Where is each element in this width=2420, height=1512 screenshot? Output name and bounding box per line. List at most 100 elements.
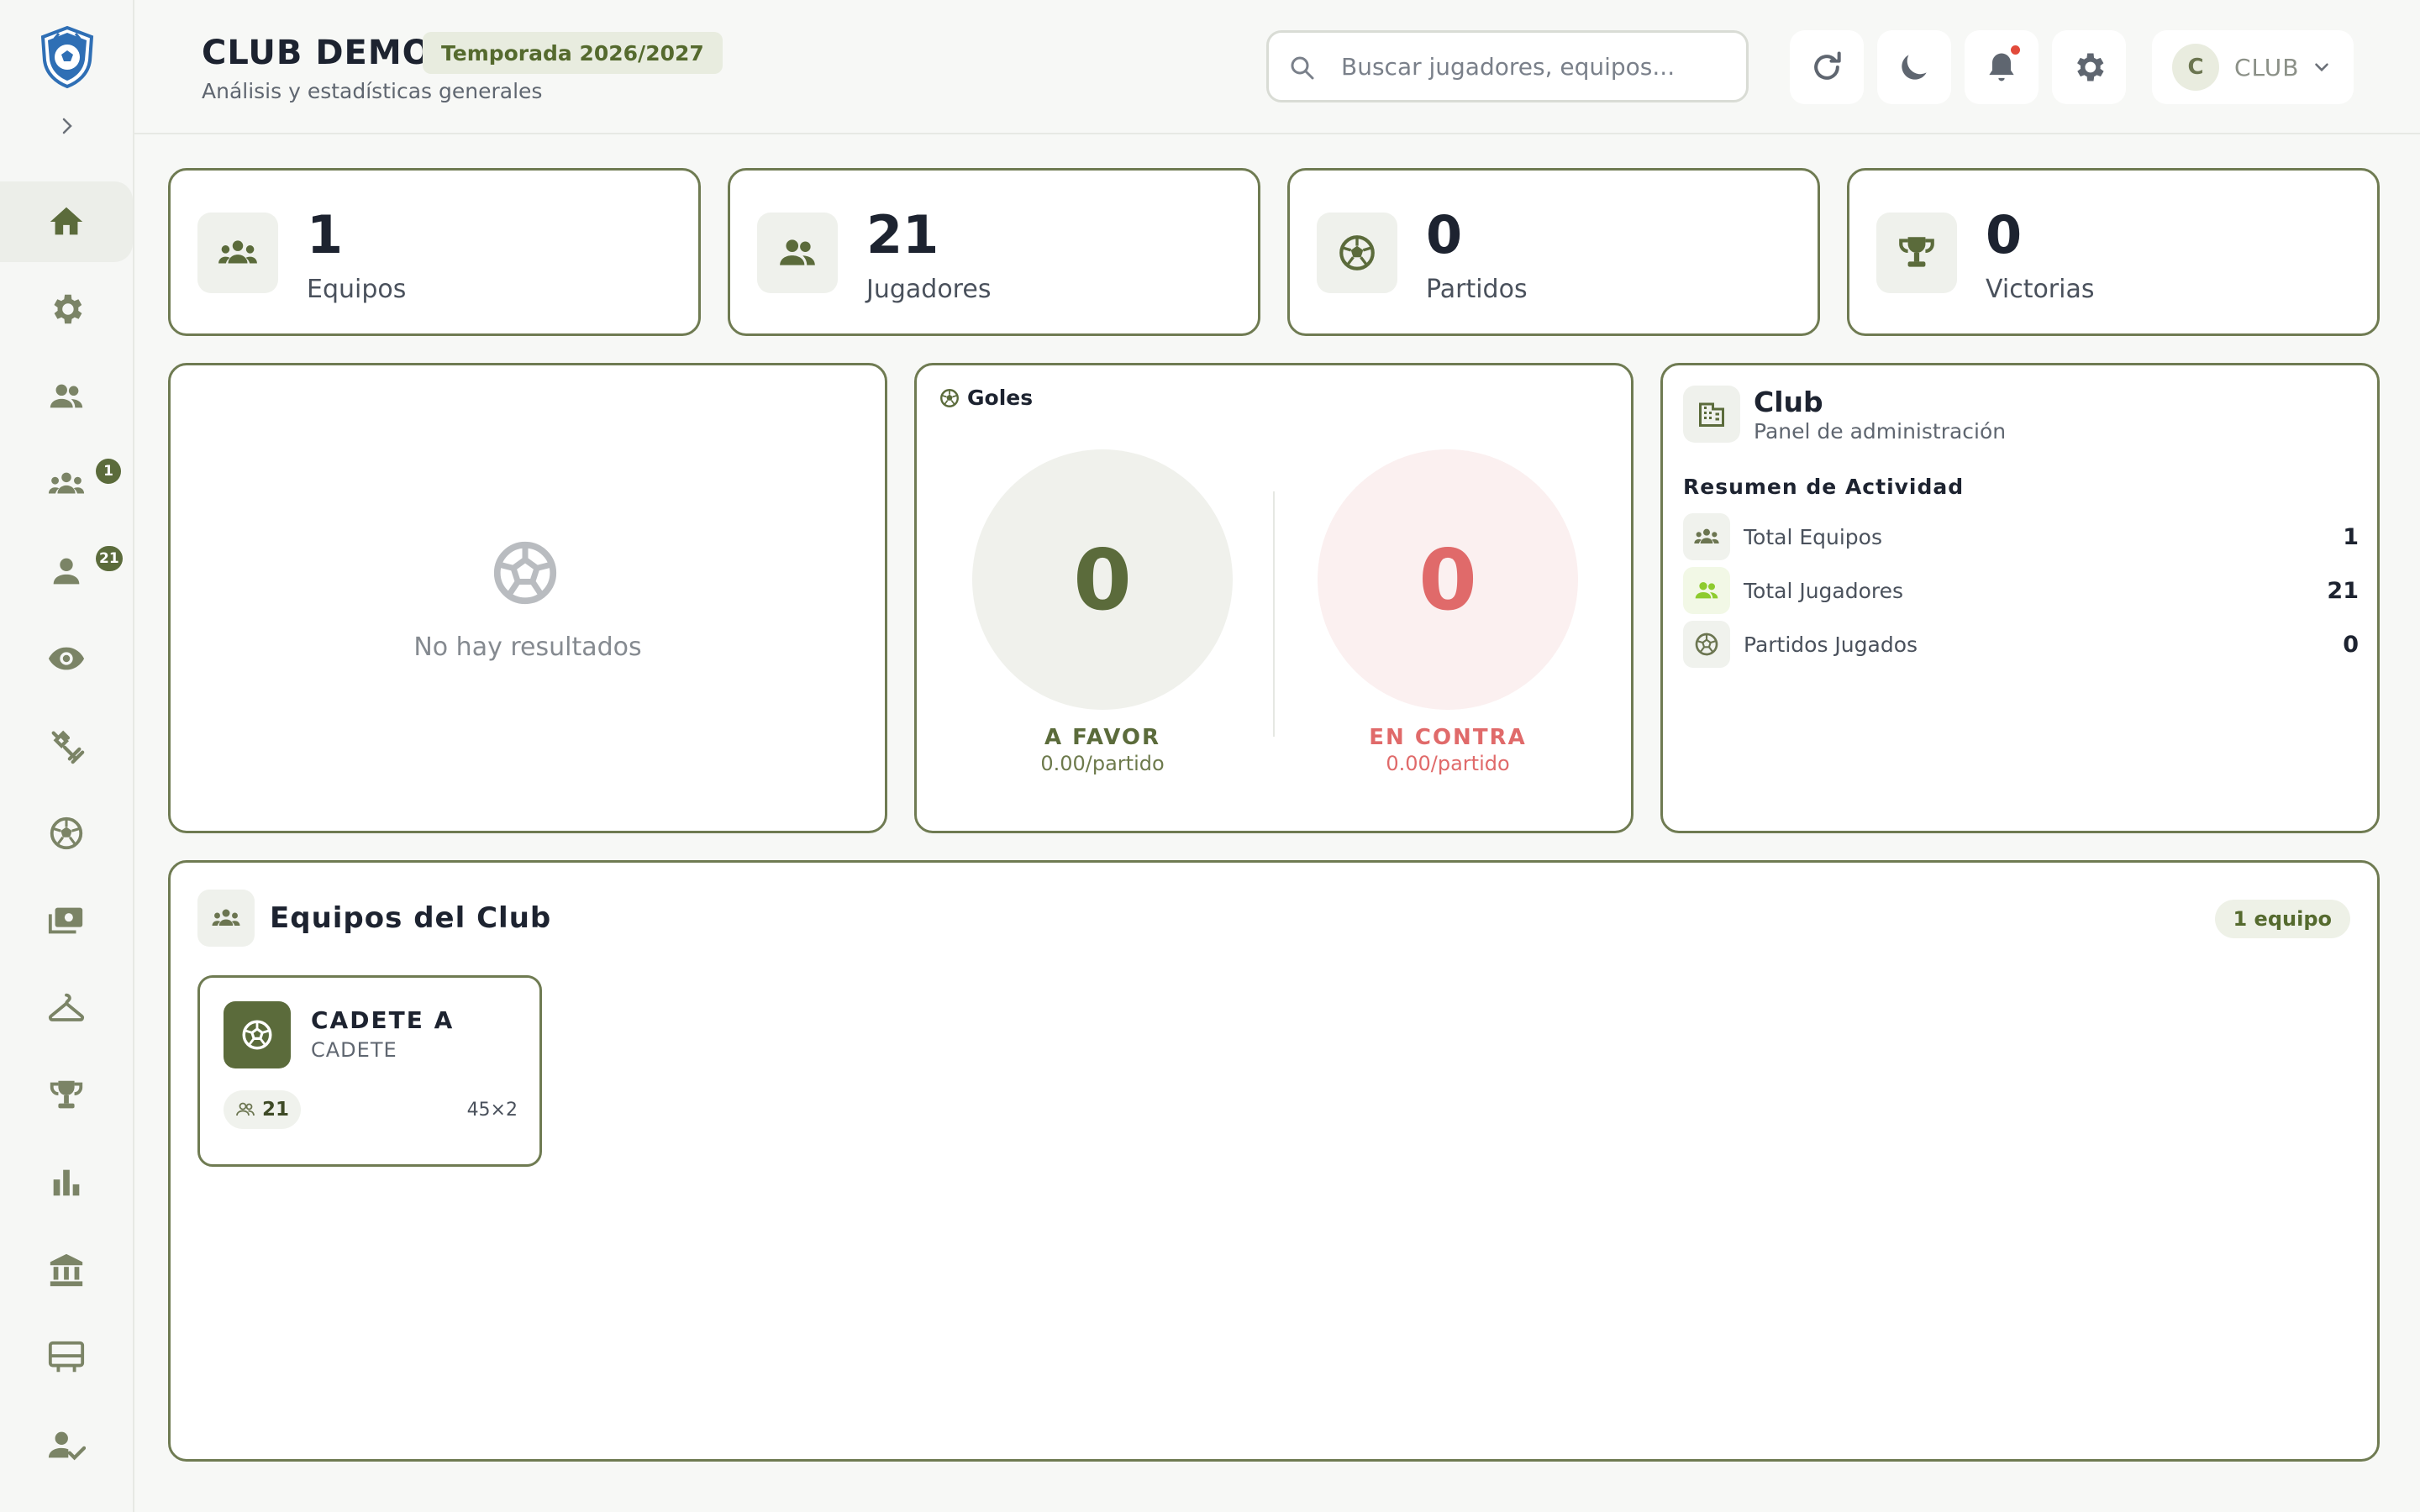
ball-icon	[50, 816, 83, 850]
summary-label: Partidos Jugados	[1744, 632, 1918, 657]
club-teams-section: Equipos del Club 1 equipo CADETE A CADET…	[168, 860, 2380, 1462]
summary-row-players: Total Jugadores 21	[1683, 567, 2359, 614]
team-match-format: 45×2	[466, 1100, 518, 1121]
eye-icon	[48, 647, 85, 670]
bar-chart-icon	[53, 1169, 80, 1196]
sidebar-expand-button[interactable]	[55, 114, 79, 138]
training-icon	[51, 730, 85, 764]
goals-against-average: 0.00/partido	[1386, 752, 1510, 775]
stat-value: 0	[1986, 204, 2023, 265]
sidebar: 1 21	[0, 0, 134, 1512]
teams-icon	[1694, 528, 1719, 543]
player-icon	[53, 558, 80, 585]
teams-section-title: Equipos del Club	[270, 901, 552, 935]
teams-icon	[218, 240, 257, 264]
season-badge[interactable]: Temporada 2026/2027	[423, 32, 723, 74]
users-icon	[50, 384, 83, 408]
refresh-icon	[1814, 51, 1841, 80]
settings-button[interactable]	[2052, 30, 2126, 104]
hanger-icon	[49, 993, 84, 1021]
stat-card-players[interactable]: 21 Jugadores	[728, 168, 1260, 336]
teams-count-badge: 1 equipo	[2214, 900, 2350, 938]
trophy-icon	[1899, 237, 1934, 267]
team-category: CADETE	[311, 1038, 397, 1062]
institution-icon	[50, 1253, 83, 1287]
goals-against-label: EN CONTRA	[1369, 725, 1527, 750]
chevron-right-icon	[62, 118, 72, 134]
stat-card-wins[interactable]: 0 Victorias	[1847, 168, 2380, 336]
sidebar-item-players[interactable]: 21	[0, 531, 133, 612]
summary-label: Total Equipos	[1744, 524, 1882, 549]
summary-row-matches: Partidos Jugados 0	[1683, 621, 2359, 668]
shield-ball-icon	[40, 25, 94, 89]
sidebar-item-stats[interactable]	[0, 1142, 133, 1223]
stat-value: 0	[1426, 204, 1463, 265]
results-card: No hay resultados	[168, 363, 887, 833]
sidebar-item-training[interactable]	[0, 706, 133, 786]
team-card[interactable]: CADETE A CADETE 21 45×2	[197, 975, 542, 1167]
team-players-badge: 21	[224, 1090, 302, 1129]
sidebar-item-attendance[interactable]	[0, 1404, 133, 1485]
home-icon	[50, 207, 83, 235]
sidebar-item-teams[interactable]: 1	[0, 444, 133, 524]
teams-badge: 1	[96, 459, 121, 484]
ball-icon	[940, 389, 959, 407]
goals-title: Goles	[967, 386, 1034, 410]
summary-row-teams: Total Equipos 1	[1683, 513, 2359, 560]
summary-label: Total Jugadores	[1744, 578, 1904, 603]
activity-summary-title: Resumen de Actividad	[1683, 475, 1965, 499]
club-logo[interactable]	[38, 25, 97, 89]
ball-icon	[1695, 633, 1718, 656]
sidebar-item-scouting[interactable]	[0, 618, 133, 699]
sidebar-item-equipment[interactable]	[0, 968, 133, 1048]
board-icon	[48, 1341, 85, 1373]
sidebar-item-payments[interactable]	[0, 880, 133, 961]
goals-card: Goles 0 A FAVOR 0.00/partido 0 EN CONTRA…	[914, 363, 1634, 833]
summary-value: 21	[2327, 577, 2359, 604]
ball-icon	[493, 541, 557, 605]
stat-label: Jugadores	[866, 275, 992, 304]
avatar: C	[2172, 44, 2219, 91]
sidebar-item-matches[interactable]	[0, 793, 133, 874]
stat-label: Victorias	[1986, 275, 2095, 304]
payments-icon	[48, 907, 83, 934]
stat-label: Partidos	[1426, 275, 1528, 304]
goals-against-circle: 0	[1318, 449, 1578, 710]
chevron-down-icon	[2315, 63, 2329, 72]
goals-for-label: A FAVOR	[1044, 725, 1161, 750]
sidebar-item-settings[interactable]	[0, 269, 133, 349]
stat-card-teams[interactable]: 1 Equipos	[168, 168, 701, 336]
sidebar-item-board[interactable]	[0, 1317, 133, 1398]
refresh-button[interactable]	[1790, 30, 1864, 104]
theme-toggle-button[interactable]	[1877, 30, 1951, 104]
top-header: CLUB DEMO Temporada 2026/2027 Análisis y…	[134, 0, 2420, 134]
club-name: Club	[1754, 386, 1823, 418]
search-box[interactable]	[1266, 30, 1749, 102]
stat-value: 21	[866, 204, 939, 265]
gear-icon	[2077, 53, 2104, 81]
sidebar-item-home[interactable]	[0, 181, 133, 262]
summary-value: 0	[2343, 631, 2359, 658]
sidebar-item-institution[interactable]	[0, 1230, 133, 1310]
teams-icon	[48, 472, 85, 494]
moon-icon	[1902, 55, 1927, 80]
page-subtitle: Análisis y estadísticas generales	[202, 79, 543, 103]
building-icon	[1699, 402, 1724, 427]
users-icon	[780, 239, 815, 265]
user-check-icon	[48, 1431, 86, 1461]
empty-results-text: No hay resultados	[413, 633, 642, 662]
sidebar-item-users[interactable]	[0, 356, 133, 437]
stat-value: 1	[307, 204, 344, 265]
search-input[interactable]	[1341, 48, 1736, 85]
ball-icon	[1339, 235, 1375, 270]
users-icon	[236, 1102, 255, 1116]
search-icon	[1291, 56, 1314, 80]
stat-card-matches[interactable]: 0 Partidos	[1287, 168, 1820, 336]
user-menu[interactable]: C CLUB	[2152, 30, 2354, 104]
page-title: CLUB DEMO	[202, 34, 432, 72]
club-panel: Club Panel de administración Resumen de …	[1660, 363, 2380, 833]
club-subtitle: Panel de administración	[1754, 419, 2007, 444]
notifications-button[interactable]	[1965, 30, 2039, 104]
sidebar-item-competitions[interactable]	[0, 1055, 133, 1136]
players-badge: 21	[96, 546, 123, 571]
